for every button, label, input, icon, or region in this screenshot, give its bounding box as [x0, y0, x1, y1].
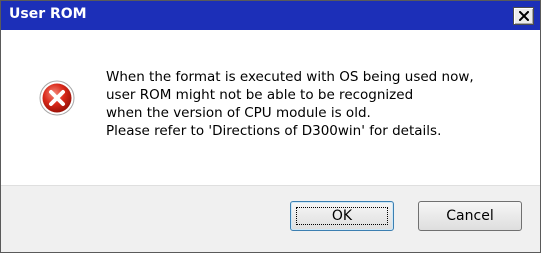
title-bar[interactable]: User ROM	[1, 1, 540, 30]
error-icon	[39, 80, 75, 116]
ok-button-label: OK	[331, 208, 353, 224]
ok-button[interactable]: OK	[290, 201, 394, 231]
cancel-button-label: Cancel	[446, 208, 494, 224]
close-x-icon	[519, 11, 529, 21]
message-area: When the format is executed with OS bein…	[1, 30, 540, 185]
cancel-button[interactable]: Cancel	[418, 201, 522, 231]
footer-divider	[1, 185, 540, 186]
message-line: when the version of CPU module is old.	[106, 105, 371, 121]
message-line: When the format is executed with OS bein…	[106, 69, 474, 85]
message-line: user ROM might not be able to be recogni…	[106, 87, 414, 103]
message-text: When the format is executed with OS bein…	[106, 68, 526, 140]
message-line: Please refer to 'Directions of D300win' …	[106, 123, 442, 139]
dialog-window: User ROM When the format is executed wit…	[0, 0, 541, 253]
close-button[interactable]	[513, 7, 534, 25]
window-title: User ROM	[9, 6, 87, 22]
